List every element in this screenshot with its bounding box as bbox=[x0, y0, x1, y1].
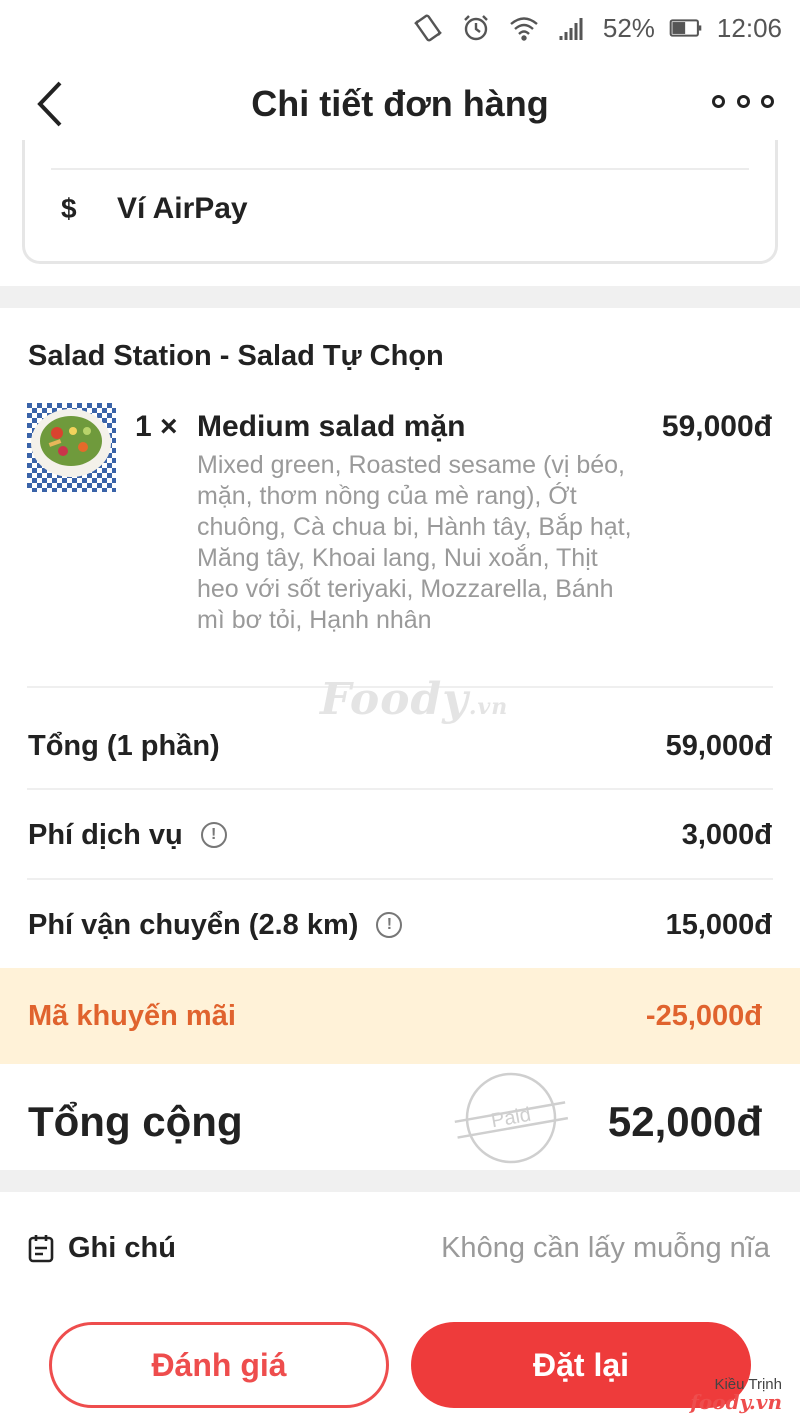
item-price: 59,000đ bbox=[661, 410, 772, 443]
paid-stamp: Paid bbox=[454, 1072, 569, 1164]
payment-card: $ Ví AirPay bbox=[22, 140, 778, 264]
service-fee-row: Phí dịch vụ ! 3,000đ bbox=[28, 815, 772, 855]
divider bbox=[27, 878, 773, 880]
app-bar: Chi tiết đơn hàng bbox=[0, 56, 800, 152]
corner-watermark: Kiều Trịnh foody.vn bbox=[690, 1377, 782, 1412]
chevron-left-icon bbox=[37, 81, 62, 127]
shipping-fee-row: Phí vận chuyển (2.8 km) ! 15,000đ bbox=[28, 905, 772, 945]
item-name: Medium salad mặn bbox=[197, 410, 466, 443]
paid-stamp-text: Paid bbox=[489, 1104, 532, 1133]
subtotal-value: 59,000đ bbox=[665, 729, 772, 762]
dollar-icon: $ bbox=[61, 193, 77, 224]
section-separator bbox=[0, 1170, 800, 1192]
dot-icon bbox=[712, 94, 725, 108]
info-icon[interactable]: ! bbox=[200, 822, 227, 848]
grand-total-row: Tổng cộng 52,000đ bbox=[28, 1092, 762, 1152]
clipboard-icon bbox=[28, 1235, 54, 1263]
back-button[interactable] bbox=[28, 78, 72, 130]
battery-percent: 52% bbox=[602, 12, 655, 43]
section-separator bbox=[0, 286, 800, 308]
note-row: Ghi chú Không cần lấy muỗng nĩa bbox=[26, 1226, 770, 1270]
divider bbox=[27, 788, 773, 790]
foody-watermark: Foody.vn bbox=[320, 674, 509, 725]
alarm-icon bbox=[459, 11, 493, 45]
note-label: Ghi chú bbox=[68, 1231, 176, 1264]
battery-icon bbox=[669, 11, 703, 45]
shipping-fee-value: 15,000đ bbox=[665, 908, 772, 941]
payment-method-row: $ Ví AirPay bbox=[61, 192, 248, 226]
subtotal-row: Tổng (1 phần) 59,000đ bbox=[28, 726, 772, 766]
grand-total-label: Tổng cộng bbox=[28, 1098, 243, 1145]
clock: 12:06 bbox=[716, 12, 782, 43]
promo-label: Mã khuyến mãi bbox=[28, 999, 236, 1032]
vibrate-icon bbox=[411, 11, 445, 45]
service-fee-value: 3,000đ bbox=[681, 818, 772, 851]
shop-name[interactable]: Salad Station - Salad Tự Chọn bbox=[28, 340, 444, 373]
promo-row: Mã khuyến mãi -25,000đ bbox=[0, 968, 800, 1064]
promo-value: -25,000đ bbox=[645, 999, 762, 1032]
wifi-icon bbox=[507, 11, 541, 45]
dish-thumbnail bbox=[27, 403, 116, 492]
info-icon[interactable]: ! bbox=[376, 912, 403, 938]
dot-icon bbox=[761, 94, 774, 108]
item-quantity: 1 × bbox=[135, 410, 178, 443]
status-bar: 52% 12:06 bbox=[0, 0, 800, 56]
more-options-button[interactable] bbox=[712, 86, 774, 116]
divider bbox=[51, 168, 749, 170]
review-button[interactable]: Đánh giá bbox=[49, 1322, 389, 1408]
note-value: Không cần lấy muỗng nĩa bbox=[441, 1231, 770, 1264]
payment-method-label: Ví AirPay bbox=[117, 192, 248, 225]
dot-icon bbox=[736, 94, 750, 108]
watermark-brand: foody.vn bbox=[690, 1390, 782, 1414]
shipping-fee-label: Phí vận chuyển (2.8 km) bbox=[28, 908, 359, 941]
item-description: Mixed green, Roasted sesame (vị béo, mặn… bbox=[197, 451, 632, 634]
subtotal-label: Tổng (1 phần) bbox=[28, 729, 220, 762]
page-title: Chi tiết đơn hàng bbox=[251, 83, 549, 124]
signal-icon bbox=[555, 11, 589, 45]
service-fee-label: Phí dịch vụ bbox=[28, 818, 183, 851]
grand-total-value: 52,000đ bbox=[607, 1098, 762, 1145]
